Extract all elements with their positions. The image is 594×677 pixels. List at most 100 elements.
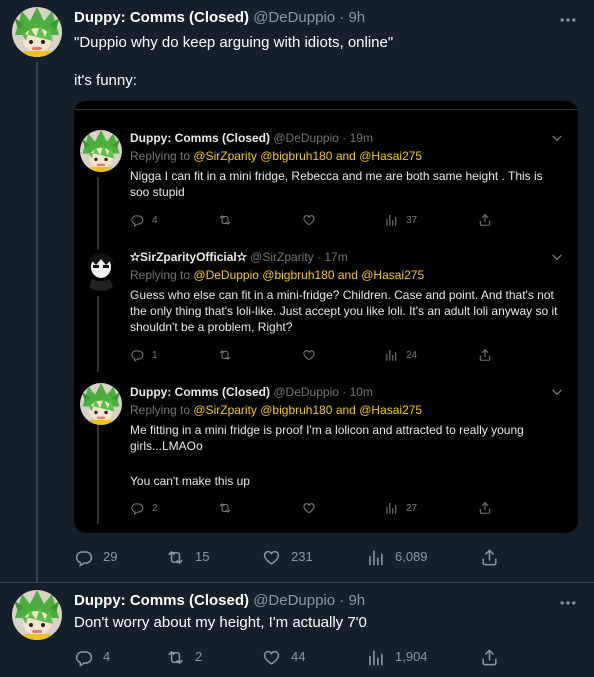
thread-connector-line — [36, 62, 38, 583]
display-name[interactable]: Duppy: Comms (Closed) — [74, 9, 249, 26]
tweet-header: Duppy: Comms (Closed) @DeDuppio · 10m — [130, 384, 373, 400]
timestamp: 17m — [324, 250, 348, 264]
tweet-actions: 4 37 — [130, 212, 490, 228]
tweet-text-line-2: You can't make this up — [130, 474, 250, 488]
chevron-down-icon — [550, 250, 564, 264]
avatar — [80, 249, 122, 291]
share-button[interactable] — [480, 547, 509, 567]
tweet-text: Me fitting in a mini fridge is proof I'm… — [130, 423, 524, 453]
tweet-text: Nigga I can fit in a mini fridge, Rebecc… — [130, 169, 543, 199]
display-name: Duppy: Comms (Closed) — [130, 385, 271, 399]
tweet-text-line-2: it's funny: — [74, 72, 137, 89]
reply-count: 4 — [152, 214, 158, 226]
tweet-actions: 1 24 — [130, 347, 490, 363]
display-name: ✫SirZparityOfficial✫ — [130, 250, 247, 264]
avatar[interactable] — [12, 590, 62, 640]
tweet-text: Don't worry about my height, I'm actuall… — [74, 614, 367, 631]
share-icon — [480, 648, 499, 667]
views-count: 37 — [406, 214, 418, 226]
separator-dot: · — [342, 131, 347, 145]
views-icon — [366, 548, 385, 567]
cropped-views-count: 47 — [410, 101, 421, 104]
tweet-reply[interactable]: Duppy: Comms (Closed) @DeDuppio · 9h Don… — [0, 583, 594, 677]
like-icon — [262, 648, 281, 667]
mentions: @SirZparity @bigbruh180 — [193, 403, 333, 417]
replying-to: Replying to @DeDuppio @bigbruh180 and @H… — [130, 267, 424, 283]
replying-to-label: Replying to — [130, 149, 191, 163]
retweet-icon — [166, 648, 185, 667]
reply-count: 1 — [152, 349, 158, 361]
avatar[interactable] — [12, 7, 62, 57]
tweet-main[interactable]: Duppy: Comms (Closed) @DeDuppio · 9h "Du… — [0, 0, 594, 583]
thread-line — [97, 177, 99, 255]
retweet-button[interactable]: 2 — [166, 647, 202, 667]
reply-button[interactable]: 4 — [74, 647, 110, 667]
reply-icon — [74, 648, 93, 667]
tweet-header: Duppy: Comms (Closed) @DeDuppio · 19m — [130, 130, 373, 146]
avatar — [80, 383, 122, 425]
views-button[interactable]: 1,904 — [366, 647, 428, 667]
views-action: 37 — [384, 212, 417, 228]
mention-last: @Hasai275 — [359, 403, 423, 417]
chevron-down-icon — [550, 131, 564, 145]
replying-to: Replying to @SirZparity @bigbruh180 and … — [130, 402, 422, 418]
separator-dot: · — [342, 385, 347, 399]
views-button[interactable]: 6,089 — [366, 547, 428, 567]
like-icon — [302, 347, 324, 363]
tweet-header: Duppy: Comms (Closed) @DeDuppio · 9h — [74, 591, 365, 611]
display-name[interactable]: Duppy: Comms (Closed) — [74, 592, 249, 609]
retweet-icon — [166, 548, 185, 567]
views-count: 1,904 — [395, 649, 428, 664]
tweet-actions: 4 2 44 1,904 — [74, 647, 494, 667]
separator-dot: · — [317, 250, 322, 264]
reply-count: 4 — [103, 649, 111, 664]
more-icon[interactable] — [558, 10, 578, 30]
replying-to-label: Replying to — [130, 403, 191, 417]
user-handle: @DeDuppio — [273, 131, 339, 145]
avatar — [80, 130, 122, 172]
user-handle[interactable]: @DeDuppio — [253, 592, 335, 609]
more-icon[interactable] — [558, 593, 578, 613]
like-count: 231 — [291, 549, 313, 564]
mention-last: @Hasai275 — [361, 268, 425, 282]
timestamp: 10m — [349, 385, 373, 399]
retweet-icon — [218, 500, 240, 516]
cropped-reply-count: 5 — [156, 101, 162, 104]
retweet-icon — [218, 212, 240, 228]
views-count: 6,089 — [395, 549, 428, 564]
tweet-header: Duppy: Comms (Closed) @DeDuppio · 9h — [74, 8, 365, 28]
views-count: 27 — [406, 502, 418, 514]
retweet-count: 2 — [195, 649, 203, 664]
thread-line — [97, 296, 99, 372]
retweet-button[interactable]: 15 — [166, 547, 209, 567]
tweet-actions: 2 27 — [130, 500, 490, 516]
views-action: 24 — [384, 347, 417, 363]
timestamp[interactable]: 9h — [348, 9, 365, 26]
tweet-text-line-1: "Duppio why do keep arguing with idiots,… — [74, 34, 394, 51]
tweet-header: ✫SirZparityOfficial✫ @SirZparity · 17m — [130, 249, 348, 265]
display-name: Duppy: Comms (Closed) — [130, 131, 271, 145]
chevron-down-icon — [550, 385, 564, 399]
retweet-icon — [218, 347, 240, 363]
share-icon — [478, 500, 500, 516]
reply-action: 2 — [130, 500, 158, 516]
share-button[interactable] — [480, 647, 509, 667]
like-icon — [302, 500, 324, 516]
reply-count: 29 — [103, 549, 118, 564]
user-handle: @SirZparity — [250, 250, 314, 264]
reply-action: 1 — [130, 347, 158, 363]
reply-button[interactable]: 29 — [74, 547, 117, 567]
like-button[interactable]: 44 — [262, 647, 305, 667]
like-icon — [262, 548, 281, 567]
timestamp[interactable]: 9h — [348, 592, 365, 609]
like-icon — [302, 212, 324, 228]
like-button[interactable]: 231 — [262, 547, 313, 567]
embedded-screenshot[interactable]: 5 47 Duppy: Comms (Closed) @DeDuppio · 1… — [74, 101, 578, 533]
reply-icon — [74, 548, 93, 567]
replying-to-label: Replying to — [130, 268, 191, 282]
like-count: 44 — [291, 649, 306, 664]
mention-last: @Hasai275 — [359, 149, 423, 163]
replying-to: Replying to @SirZparity @bigbruh180 and … — [130, 148, 422, 164]
user-handle[interactable]: @DeDuppio — [253, 9, 335, 26]
views-icon — [366, 648, 385, 667]
